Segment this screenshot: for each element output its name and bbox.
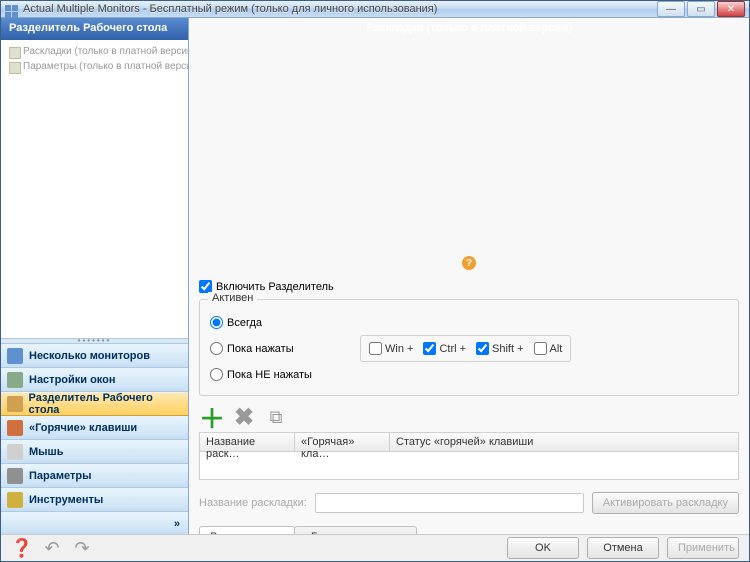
tree-item-params[interactable]: Параметры (только в платной версии) — [5, 59, 184, 74]
tree-item-layouts[interactable]: Раскладки (только в платной версии) — [5, 44, 184, 59]
delete-layout-button[interactable]: ✖ — [231, 404, 257, 430]
tools-icon — [7, 492, 23, 508]
hotkeys-icon — [7, 420, 23, 436]
apply-button[interactable]: Применить — [667, 537, 739, 559]
col-hotkey[interactable]: «Горячая» кла… — [295, 433, 390, 451]
radio-always-label: Всегда — [227, 317, 262, 329]
divider-icon — [7, 396, 23, 412]
nav-parameters[interactable]: Параметры — [1, 464, 188, 488]
window-controls: — ▭ ✕ — [657, 1, 745, 17]
active-group: Активен Всегда Пока нажаты Win + Ctrl + — [199, 299, 739, 396]
x-icon: ✖ — [234, 403, 254, 432]
sidebar-tree: Раскладки (только в платной версии) Пара… — [1, 40, 188, 338]
radio-while-pressed-input[interactable] — [210, 342, 223, 355]
nav-desktop-divider[interactable]: Разделитель Рабочего стола — [1, 392, 188, 416]
radio-always-input[interactable] — [210, 316, 223, 329]
nav-mouse[interactable]: Мышь — [1, 440, 188, 464]
app-window: Actual Multiple Monitors - Бесплатный ре… — [0, 0, 750, 562]
nav-label: «Горячие» клавиши — [29, 422, 137, 434]
col-name[interactable]: Название раск… — [200, 433, 295, 451]
app-icon — [5, 2, 19, 16]
nav-multi-monitors[interactable]: Несколько мониторов — [1, 344, 188, 368]
mod-ctrl[interactable]: Ctrl + — [423, 342, 466, 355]
nav-label: Несколько мониторов — [29, 350, 150, 362]
nav-hotkeys[interactable]: «Горячие» клавиши — [1, 416, 188, 440]
help-icon[interactable]: ? — [462, 256, 476, 270]
maximize-button[interactable]: ▭ — [687, 1, 715, 17]
layout-list-header: Название раск… «Горячая» кла… Статус «го… — [199, 432, 739, 452]
col-status[interactable]: Статус «горячей» клавиши — [390, 433, 738, 451]
radio-while-not-pressed-label: Пока НЕ нажаты — [227, 369, 312, 381]
nav-label: Разделитель Рабочего стола — [29, 392, 182, 416]
activate-layout-button[interactable]: Активировать раскладку — [592, 492, 739, 514]
layout-name-row: Название раскладки: Активировать расклад… — [199, 492, 739, 514]
enable-divider-checkbox[interactable]: Включить Разделитель — [199, 280, 739, 293]
cancel-button[interactable]: Отмена — [587, 537, 659, 559]
radio-while-not-pressed[interactable]: Пока НЕ нажаты — [210, 368, 728, 381]
radio-while-pressed-label: Пока нажаты — [227, 343, 294, 355]
close-button[interactable]: ✕ — [717, 1, 745, 17]
titlebar[interactable]: Actual Multiple Monitors - Бесплатный ре… — [1, 1, 749, 18]
sidebar-nav: Несколько мониторов Настройки окон Разде… — [1, 344, 188, 534]
tab-hotkey[interactable]: «Горячая» клавиша — [294, 526, 417, 534]
main-header: Раскладки (только в платной версии) ? — [189, 18, 749, 274]
layout-name-input[interactable] — [315, 493, 584, 513]
plus-icon: ＋ — [199, 399, 225, 436]
footer-redo-icon[interactable]: ↷ — [71, 537, 93, 559]
footer: ❓ ↶ ↷ OK Отмена Применить — [1, 534, 749, 561]
mod-alt[interactable]: Alt — [534, 342, 563, 355]
nav-label: Мышь — [29, 446, 64, 458]
nav-overflow[interactable]: » — [1, 512, 188, 534]
tab-zones-layout[interactable]: Раскладка зон — [199, 526, 295, 534]
nav-label: Инструменты — [29, 494, 103, 506]
mouse-icon — [7, 444, 23, 460]
mod-win[interactable]: Win + — [369, 342, 413, 355]
copy-layout-button[interactable]: ⧉ — [263, 404, 289, 430]
sidebar-header: Разделитель Рабочего стола — [1, 18, 188, 40]
monitors-icon — [7, 348, 23, 364]
main-content: Включить Разделитель Активен Всегда Пока… — [189, 274, 749, 534]
main-header-title: Раскладки (только в платной версии) — [366, 22, 572, 34]
footer-undo-icon[interactable]: ↶ — [41, 537, 63, 559]
layout-list[interactable] — [199, 452, 739, 480]
nav-label: Настройки окон — [29, 374, 116, 386]
chevron-right-icon: » — [174, 518, 180, 530]
nav-label: Параметры — [29, 470, 91, 482]
footer-left: ❓ ↶ ↷ — [11, 537, 93, 559]
minimize-button[interactable]: — — [657, 1, 685, 17]
layout-name-label: Название раскладки: — [199, 497, 307, 509]
footer-help-icon[interactable]: ❓ — [11, 537, 33, 559]
main-panel: Раскладки (только в платной версии) ? Вк… — [189, 18, 749, 534]
window-title: Actual Multiple Monitors - Бесплатный ре… — [23, 3, 657, 15]
enable-divider-label: Включить Разделитель — [216, 281, 334, 293]
sidebar: Разделитель Рабочего стола Раскладки (то… — [1, 18, 189, 534]
radio-always[interactable]: Всегда — [210, 316, 728, 329]
add-layout-button[interactable]: ＋ — [199, 404, 225, 430]
radio-while-pressed[interactable]: Пока нажаты — [210, 342, 330, 355]
cog-icon — [7, 468, 23, 484]
layout-tabs: Раскладка зон «Горячая» клавиша — [199, 526, 739, 534]
nav-window-settings[interactable]: Настройки окон — [1, 368, 188, 392]
copy-icon: ⧉ — [270, 407, 283, 428]
window-settings-icon — [7, 372, 23, 388]
nav-tools[interactable]: Инструменты — [1, 488, 188, 512]
ok-button[interactable]: OK — [507, 537, 579, 559]
hotkey-modifiers: Win + Ctrl + Shift + Alt — [360, 335, 571, 362]
mod-shift[interactable]: Shift + — [476, 342, 524, 355]
body: Разделитель Рабочего стола Раскладки (то… — [1, 18, 749, 534]
active-group-legend: Активен — [208, 292, 257, 304]
radio-while-not-pressed-input[interactable] — [210, 368, 223, 381]
layout-toolbar: ＋ ✖ ⧉ — [199, 404, 739, 430]
